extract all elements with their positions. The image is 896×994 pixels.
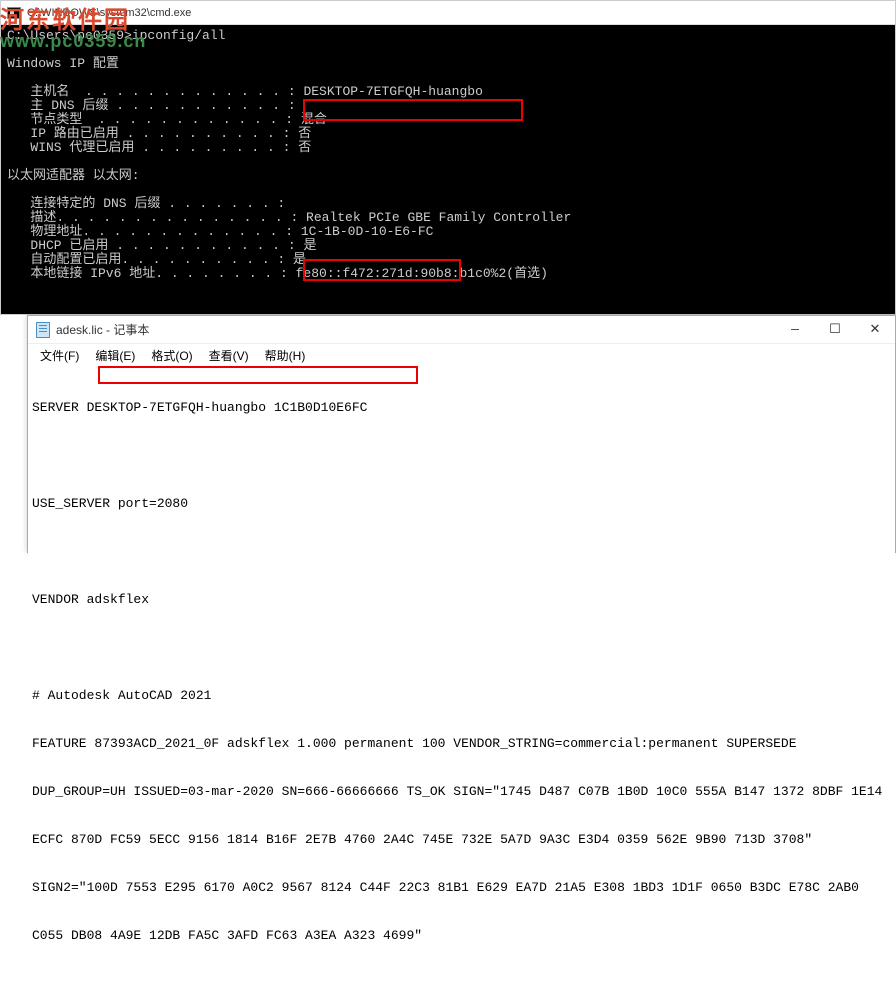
np-line: DUP_GROUP=UH ISSUED=03-mar-2020 SN=666-6… (32, 784, 891, 800)
np-line: # Autodesk AutoCAD 2021 (32, 688, 891, 704)
close-button[interactable]: ✕ (855, 317, 895, 343)
notepad-title: adesk.lic - 记事本 (56, 321, 149, 338)
cmd-prompt: C:\Users\pc0359>ipconfig/all (7, 29, 889, 43)
menu-edit[interactable]: 编辑(E) (87, 345, 143, 366)
np-line: ECFC 870D FC59 5ECC 9156 1814 B16F 2E7B … (32, 832, 891, 848)
highlight-mac (303, 259, 461, 281)
np-line: FEATURE 87393ACD_2021_0F adskflex 1.000 … (32, 736, 891, 752)
np-line (32, 544, 891, 560)
cmd-titlebar[interactable]: C:\WINDOWS\system32\cmd.exe (1, 1, 895, 25)
np-line: SIGN2="100D 7553 E295 6170 A0C2 9567 812… (32, 880, 891, 896)
np-line (32, 640, 891, 656)
cmd-conn-dns: 连接特定的 DNS 后缀 . . . . . . . : (7, 197, 889, 211)
cmd-host: 主机名 . . . . . . . . . . . . . : DESKTOP-… (7, 85, 889, 99)
cmd-icon (7, 7, 21, 19)
menu-view[interactable]: 查看(V) (201, 345, 257, 366)
np-line: VENDOR adskflex (32, 592, 891, 608)
cmd-adapter-header: 以太网适配器 以太网: (7, 169, 889, 183)
np-line: C055 DB08 4A9E 12DB FA5C 3AFD FC63 A3EA … (32, 928, 891, 944)
cmd-blank (7, 71, 889, 85)
menu-help[interactable]: 帮助(H) (257, 345, 314, 366)
np-line: SERVER DESKTOP-7ETGFQH-huangbo 1C1B0D10E… (32, 400, 891, 416)
cmd-header: Windows IP 配置 (7, 57, 889, 71)
highlight-hostname (303, 99, 523, 121)
notepad-menubar: 文件(F) 编辑(E) 格式(O) 查看(V) 帮助(H) (28, 344, 895, 366)
cmd-ip-route: IP 路由已启用 . . . . . . . . . . : 否 (7, 127, 889, 141)
notepad-window: adesk.lic - 记事本 — ☐ ✕ 文件(F) 编辑(E) 格式(O) … (27, 315, 896, 553)
cmd-window: C:\WINDOWS\system32\cmd.exe C:\Users\pc0… (0, 0, 896, 315)
cmd-body[interactable]: C:\Users\pc0359>ipconfig/all Windows IP … (1, 25, 895, 314)
cmd-dhcp: DHCP 已启用 . . . . . . . . . . . : 是 (7, 239, 889, 253)
cmd-phys: 物理地址. . . . . . . . . . . . . : 1C-1B-0D… (7, 225, 889, 239)
cmd-blank (7, 183, 889, 197)
minimize-button[interactable]: — (775, 317, 815, 343)
maximize-button[interactable]: ☐ (815, 317, 855, 343)
menu-format[interactable]: 格式(O) (143, 345, 200, 366)
highlight-server-line (98, 366, 418, 384)
cmd-desc: 描述. . . . . . . . . . . . . . . : Realte… (7, 211, 889, 225)
cmd-title: C:\WINDOWS\system32\cmd.exe (27, 7, 191, 19)
notepad-titlebar[interactable]: adesk.lic - 记事本 — ☐ ✕ (28, 316, 895, 344)
cmd-wins-proxy: WINS 代理已启用 . . . . . . . . . : 否 (7, 141, 889, 155)
notepad-body[interactable]: SERVER DESKTOP-7ETGFQH-huangbo 1C1B0D10E… (28, 366, 895, 994)
cmd-blank (7, 43, 889, 57)
cmd-blank (7, 155, 889, 169)
np-line: USE_SERVER port=2080 (32, 496, 891, 512)
menu-file[interactable]: 文件(F) (32, 345, 87, 366)
np-line (32, 448, 891, 464)
notepad-icon (36, 322, 50, 338)
window-controls: — ☐ ✕ (775, 317, 895, 343)
